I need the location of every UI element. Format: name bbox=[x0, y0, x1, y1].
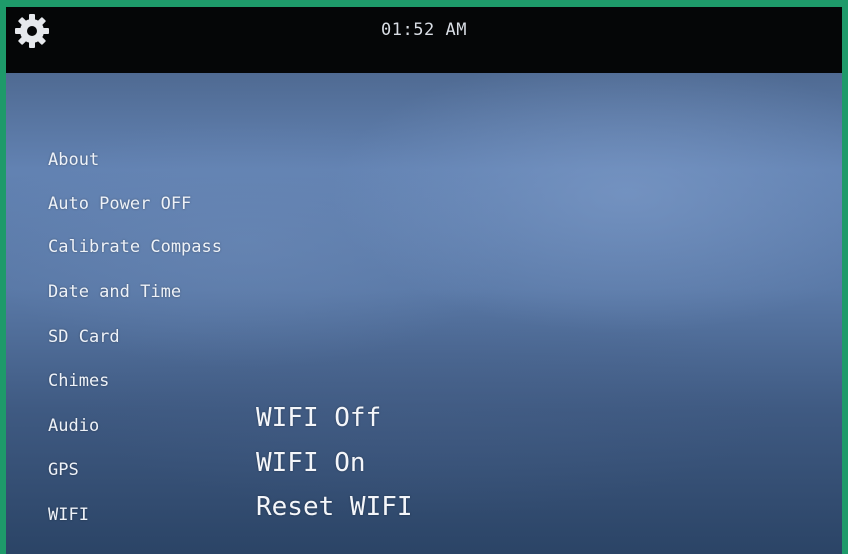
menu-item-chimes[interactable]: Chimes bbox=[48, 371, 109, 391]
menu-item-audio[interactable]: Audio bbox=[48, 416, 99, 436]
menu-item-sd-card[interactable]: SD Card bbox=[48, 327, 120, 347]
menu-item-wifi[interactable]: WIFI bbox=[48, 505, 89, 525]
reset-wifi-option[interactable]: Reset WIFI bbox=[256, 492, 413, 522]
menu-item-date-and-time[interactable]: Date and Time bbox=[48, 282, 181, 302]
menu-item-gps[interactable]: GPS bbox=[48, 460, 79, 480]
settings-screen: About Auto Power OFF Calibrate Compass D… bbox=[6, 73, 842, 554]
wifi-on-option[interactable]: WIFI On bbox=[256, 448, 366, 478]
device-screen-frame: 01:52 AM About Auto Power OFF Calibrate … bbox=[6, 7, 842, 554]
menu-item-auto-power-off[interactable]: Auto Power OFF bbox=[48, 194, 191, 214]
menu-item-about[interactable]: About bbox=[48, 150, 99, 170]
menu-item-calibrate-compass[interactable]: Calibrate Compass bbox=[48, 237, 222, 257]
top-status-bar: 01:52 AM bbox=[6, 7, 842, 73]
clock-time: 01:52 AM bbox=[381, 20, 467, 40]
wifi-off-option[interactable]: WIFI Off bbox=[256, 403, 381, 433]
